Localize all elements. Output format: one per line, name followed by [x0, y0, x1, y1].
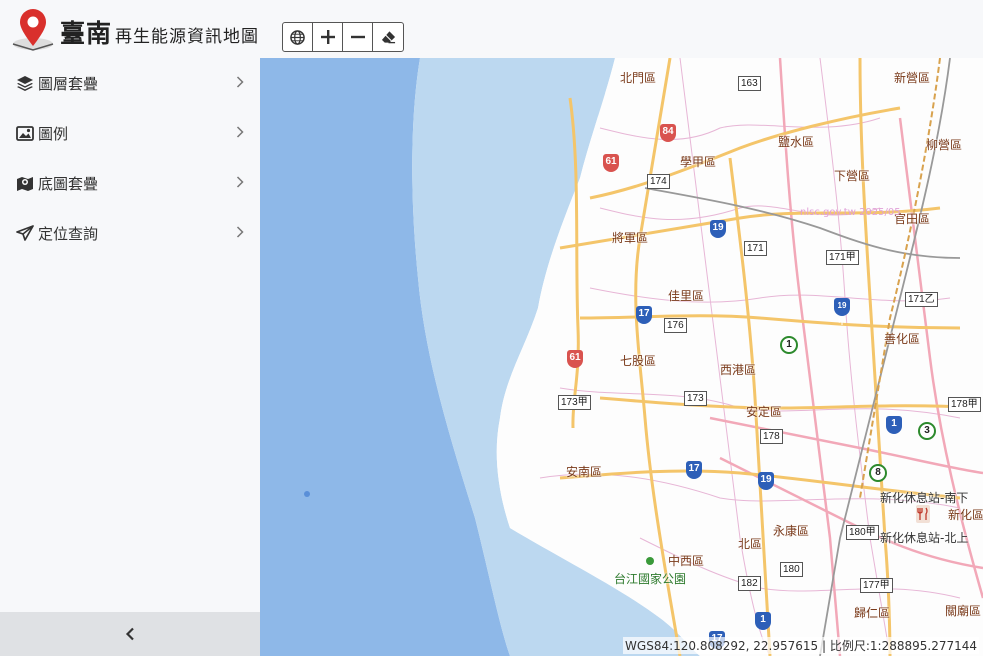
district-label: 北門區 — [620, 71, 657, 85]
district-label: 安定區 — [746, 405, 783, 419]
district-label: 新營區 — [894, 71, 931, 85]
route-circle: 1 — [780, 336, 798, 354]
place-label: 新化休息站-北上 — [880, 531, 969, 545]
paper-plane-icon — [16, 224, 34, 242]
route-shield: 176 — [664, 318, 687, 333]
route-shield: 171 — [744, 241, 767, 256]
zoom-out-button[interactable] — [343, 23, 373, 51]
rest-stop-icon — [916, 505, 930, 523]
globe-button[interactable] — [283, 23, 313, 51]
route-badge: 17 — [686, 461, 702, 479]
route-badge: 61 — [603, 154, 619, 172]
district-label: 鹽水區 — [778, 135, 815, 149]
route-badge: 19 — [758, 472, 774, 490]
route-badge: 84 — [660, 124, 676, 142]
brand-sub-title: 再生能源資訊地圖 — [115, 27, 260, 47]
app-brand: 臺南 再生能源資訊地圖 — [60, 14, 259, 50]
route-shield: 178 — [760, 429, 783, 444]
district-label: 佳里區 — [668, 289, 705, 303]
chevron-right-icon — [236, 76, 244, 88]
chevron-right-icon — [236, 226, 244, 238]
place-label: 台江國家公園 — [614, 572, 687, 586]
globe-icon — [290, 29, 305, 45]
map-toolbar — [282, 22, 404, 52]
route-circle: 3 — [918, 422, 936, 440]
sidebar-item-label: 定位查詢 — [38, 224, 99, 243]
chevron-right-icon — [236, 126, 244, 138]
brand-main-title: 臺南 — [60, 19, 113, 48]
zoom-out-icon — [350, 35, 365, 39]
district-label: 七股區 — [620, 354, 657, 368]
chevron-left-icon — [125, 627, 134, 641]
zoom-in-button[interactable] — [313, 23, 343, 51]
route-badge: 19甲 — [834, 298, 850, 326]
route-shield: 180 — [780, 562, 803, 577]
sidebar-item-legend[interactable]: 圖例 — [0, 108, 260, 158]
coordinate-readout: WGS84:120.808292, 22.957615 | 比例尺:1:2888… — [623, 637, 979, 654]
zoom-in-icon — [320, 30, 335, 44]
image-icon — [16, 124, 34, 142]
district-label: 善化區 — [884, 332, 921, 346]
route-shield: 171甲 — [826, 250, 859, 265]
district-label: 學甲區 — [680, 155, 717, 169]
map-watermark: nlsc.gov.tw 2025/05 — [800, 207, 901, 218]
route-badge: 17 — [636, 306, 652, 324]
sidebar-item-label: 圖層套疊 — [38, 74, 99, 93]
sidebar: 圖層套疊 圖例 底圖套疊 定位查詢 — [0, 58, 260, 656]
route-badge: 1 — [755, 612, 771, 630]
district-label: 安南區 — [566, 465, 603, 479]
route-shield: 163 — [738, 76, 761, 91]
chevron-right-icon — [236, 176, 244, 188]
app-header: 臺南 再生能源資訊地圖 — [0, 0, 983, 58]
district-label: 永康區 — [773, 524, 810, 538]
map-marker-icon — [16, 174, 34, 192]
route-shield: 180甲 — [846, 525, 879, 540]
route-shield: 174 — [647, 174, 670, 189]
district-label: 柳營區 — [926, 138, 963, 152]
sidebar-collapse-button[interactable] — [0, 612, 260, 656]
map-canvas[interactable]: 北門區 新營區 學甲區 鹽水區 柳營區 下營區 將軍區 官田區 佳里區 善化區 … — [260, 58, 983, 656]
route-badge: 61 — [567, 350, 583, 368]
sidebar-item-label: 圖例 — [38, 124, 69, 143]
sidebar-item-label: 底圖套疊 — [38, 174, 99, 193]
route-badge: 1 — [886, 416, 902, 434]
map-pin-logo-icon — [12, 9, 54, 51]
district-label: 新化區 — [948, 508, 983, 522]
district-label: 中西區 — [668, 554, 705, 568]
route-shield: 182 — [738, 576, 761, 591]
route-shield: 178甲 — [948, 397, 981, 412]
sidebar-item-basemap[interactable]: 底圖套疊 — [0, 158, 260, 208]
district-label: 西港區 — [720, 363, 757, 377]
route-circle: 8 — [869, 464, 887, 482]
place-label: 新化休息站-南下 — [880, 491, 969, 505]
route-shield: 177甲 — [860, 578, 893, 593]
district-label: 北區 — [738, 537, 763, 551]
sidebar-item-layers[interactable]: 圖層套疊 — [0, 58, 260, 108]
district-label: 關廟區 — [945, 604, 982, 618]
sidebar-item-locate[interactable]: 定位查詢 — [0, 208, 260, 258]
district-label: 將軍區 — [612, 231, 649, 245]
district-label: 歸仁區 — [854, 606, 891, 620]
route-shield: 173 — [684, 391, 707, 406]
route-shield: 171乙 — [905, 292, 938, 307]
eraser-button[interactable] — [373, 23, 403, 51]
layers-icon — [16, 74, 34, 92]
district-label: 下營區 — [834, 169, 871, 183]
route-badge: 19 — [710, 220, 726, 238]
eraser-icon — [381, 31, 395, 44]
route-shield: 173甲 — [558, 395, 591, 410]
